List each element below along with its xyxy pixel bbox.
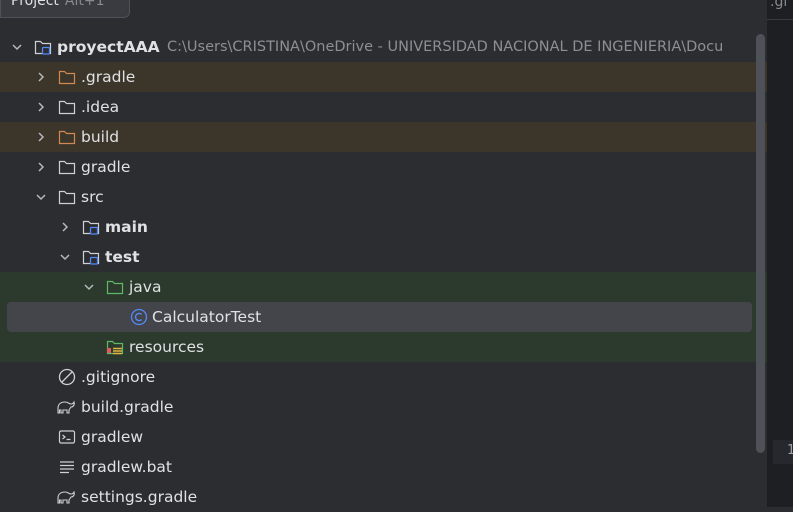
tree-item-label: build (81, 128, 120, 146)
chevron-down-icon[interactable] (11, 41, 23, 53)
editor-gutter-strip: .gi 1 (767, 0, 793, 507)
chevron-right-icon[interactable] (35, 71, 47, 83)
gradle-file-icon (57, 400, 75, 414)
tree-item-label: resources (129, 338, 205, 356)
project-root-name: proyectAAA (57, 38, 160, 56)
tree-row-gradle[interactable]: gradle (0, 152, 767, 182)
tree-item-label: main (105, 218, 148, 236)
tree-item-label: gradlew (81, 428, 144, 446)
project-tree: proyectAAA C:\Users\CRISTINA\OneDrive - … (0, 32, 767, 512)
tree-scrollbar-thumb[interactable] (756, 34, 765, 453)
tree-row-test[interactable]: test (0, 242, 767, 272)
text-file-icon (60, 461, 74, 474)
tree-row-build[interactable]: build (0, 122, 767, 152)
chevron-down-icon[interactable] (83, 281, 95, 293)
gradle-file-icon (57, 490, 75, 504)
chevron-right-icon[interactable] (59, 221, 71, 233)
folder-icon (58, 160, 76, 175)
tooltip-title: Project (11, 0, 59, 9)
editor-tab-divider (767, 19, 793, 20)
project-root-path: C:\Users\CRISTINA\OneDrive - UNIVERSIDAD… (167, 39, 724, 55)
tree-row-idea[interactable]: .idea (0, 92, 767, 122)
terminal-file-icon (58, 430, 76, 444)
line-number: 1 (787, 443, 793, 458)
folder-icon (58, 130, 76, 145)
tree-row-calculator-test[interactable]: CalculatorTest (0, 302, 767, 332)
test-resources-folder-icon (106, 340, 124, 355)
tree-item-label: build.gradle (81, 398, 174, 416)
tree-item-label: .gradle (81, 68, 136, 86)
chevron-right-icon[interactable] (35, 101, 47, 113)
tree-row-settings-gradle[interactable]: settings.gradle (0, 482, 767, 512)
tree-row-main[interactable]: main (0, 212, 767, 242)
tree-item-label: gradlew.bat (81, 458, 172, 476)
chevron-down-icon[interactable] (35, 191, 47, 203)
chevron-right-icon[interactable] (35, 161, 47, 173)
tree-row-dot-gradle[interactable]: .gradle (0, 62, 767, 92)
tree-row-gitignore[interactable]: .gitignore (0, 362, 767, 392)
tree-row-gradlew-bat[interactable]: gradlew.bat (0, 452, 767, 482)
folder-icon (58, 100, 76, 115)
tree-row-src[interactable]: src (0, 182, 767, 212)
project-tooltip: Project Alt+1 (0, 0, 130, 18)
tree-item-label: .gitignore (81, 368, 156, 386)
tree-row-resources[interactable]: resources (0, 332, 767, 362)
editor-tab-partial[interactable]: .gi (770, 0, 787, 10)
ignore-file-icon (58, 368, 76, 386)
tree-item-label: gradle (81, 158, 131, 176)
tree-row-build-gradle[interactable]: build.gradle (0, 392, 767, 422)
folder-icon (58, 70, 76, 85)
module-folder-icon (82, 220, 100, 235)
test-source-folder-icon (106, 280, 124, 295)
tree-item-label: java (129, 278, 162, 296)
chevron-down-icon[interactable] (59, 251, 71, 263)
module-folder-icon (82, 250, 100, 265)
class-icon (130, 308, 148, 326)
module-folder-icon (34, 40, 52, 55)
tree-item-label: .idea (81, 98, 120, 116)
tree-item-label: settings.gradle (81, 488, 198, 506)
chevron-right-icon[interactable] (35, 131, 47, 143)
tree-item-label: CalculatorTest (152, 308, 262, 326)
tree-row-gradlew[interactable]: gradlew (0, 422, 767, 452)
tooltip-shortcut: Alt+1 (64, 0, 105, 9)
folder-icon (58, 190, 76, 205)
tree-row-root[interactable]: proyectAAA C:\Users\CRISTINA\OneDrive - … (0, 32, 767, 62)
tree-row-java[interactable]: java (0, 272, 767, 302)
tree-item-label: test (105, 248, 140, 266)
tree-item-label: src (81, 188, 104, 206)
